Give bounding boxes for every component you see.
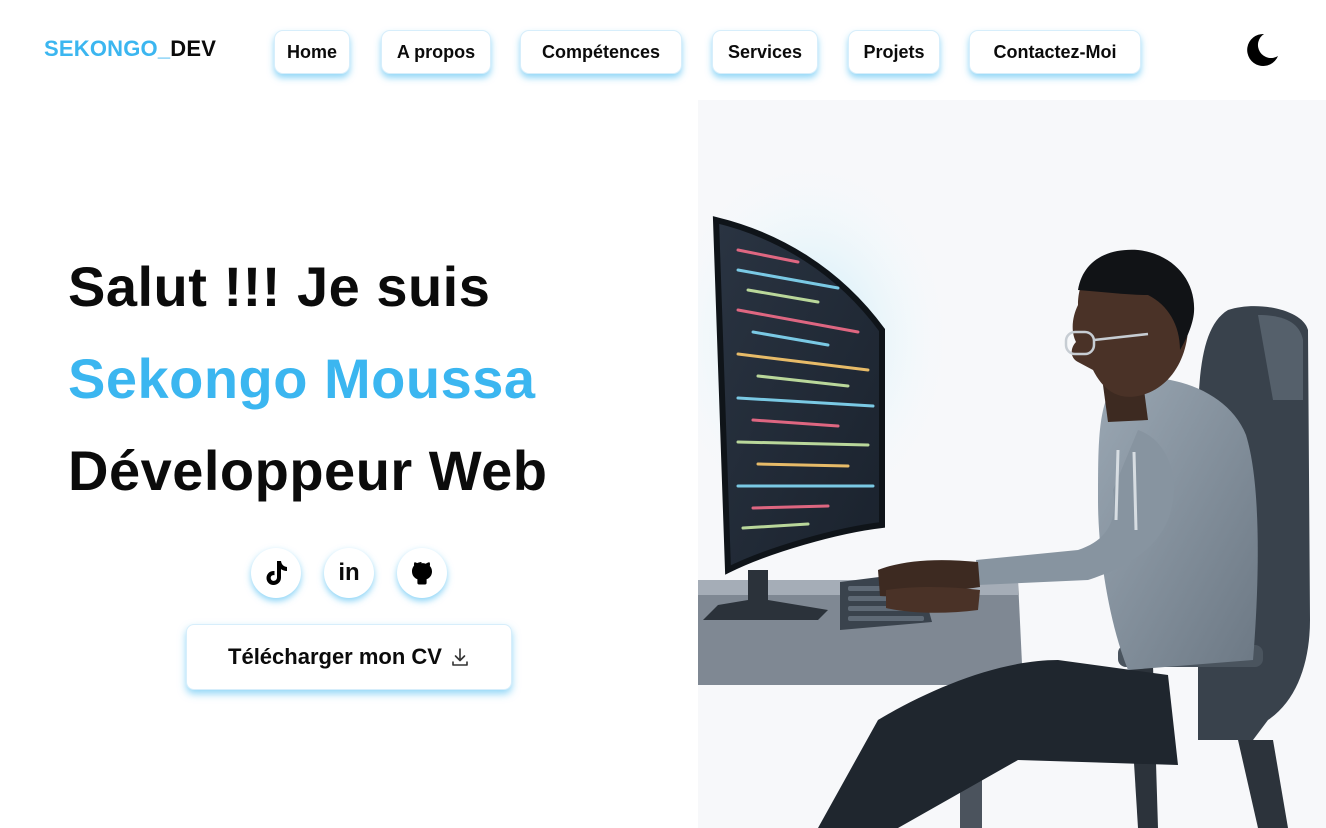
portfolio-page: SEKONGO_DEV Home A propos Compétences Se… xyxy=(0,0,1326,828)
nav-projets[interactable]: Projets xyxy=(848,30,940,74)
tiktok-link[interactable] xyxy=(251,548,301,598)
hero-role: Développeur Web xyxy=(68,439,548,502)
moon-icon xyxy=(1247,33,1278,66)
linkedin-icon: in xyxy=(338,559,360,586)
nav-competences[interactable]: Compétences xyxy=(520,30,682,74)
github-link[interactable] xyxy=(397,548,447,598)
nav-home[interactable]: Home xyxy=(274,30,350,74)
hero-name: Sekongo Moussa xyxy=(68,347,536,410)
theme-toggle-button[interactable] xyxy=(1240,30,1280,70)
download-cv-button[interactable]: Télécharger mon CV xyxy=(186,624,512,690)
github-icon xyxy=(412,562,432,585)
logo-part-1: SEKONGO_ xyxy=(44,36,171,61)
site-logo[interactable]: SEKONGO_DEV xyxy=(44,36,216,62)
hero-greeting: Salut !!! Je suis xyxy=(68,255,491,318)
developer-illustration xyxy=(698,100,1326,828)
nav-contactez-moi[interactable]: Contactez-Moi xyxy=(969,30,1141,74)
nav-a-propos[interactable]: A propos xyxy=(381,30,491,74)
nav-services[interactable]: Services xyxy=(712,30,818,74)
linkedin-link[interactable]: in xyxy=(324,548,374,598)
download-cv-label: Télécharger mon CV xyxy=(228,644,442,669)
tiktok-icon xyxy=(266,561,287,585)
download-icon xyxy=(452,648,468,666)
logo-part-2: DEV xyxy=(170,36,217,61)
